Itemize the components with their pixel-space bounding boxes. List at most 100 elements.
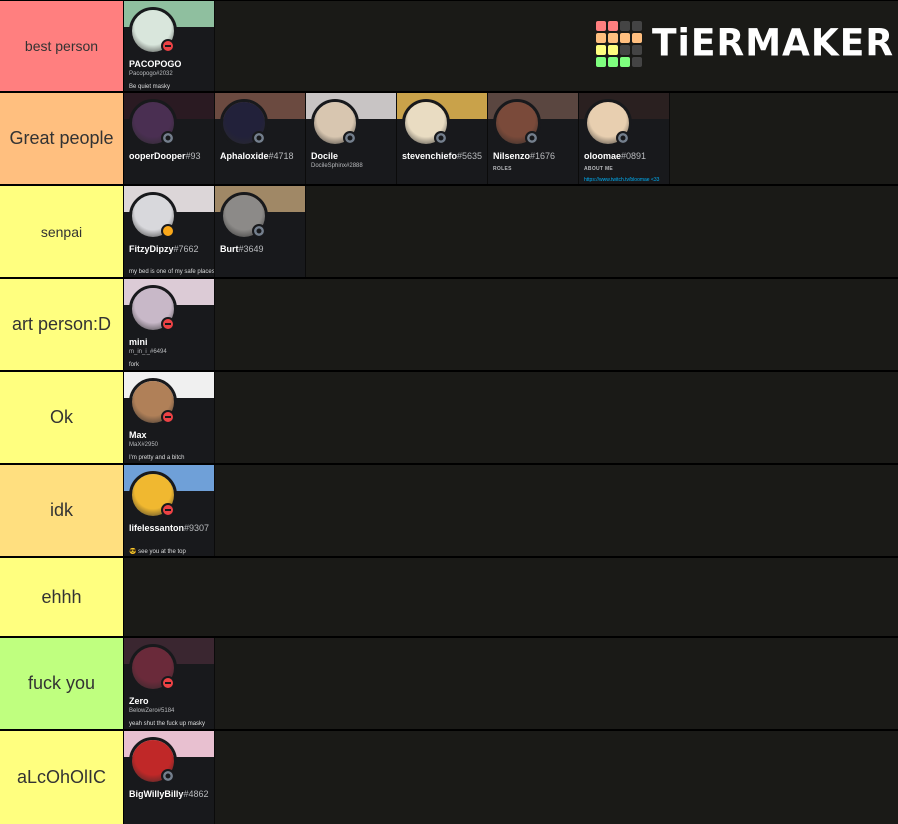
logo-grid-cell [596,45,606,55]
tier-row-ehhh: ehhh [0,558,898,638]
username-text: FitzyDipzy [129,244,174,254]
logo-grid-cell [620,45,630,55]
logo-grid-cell [620,57,630,67]
logo-grid-cell [608,21,618,31]
discriminator: #9307 [184,523,210,533]
username: ooperDooper#93 [129,151,201,161]
discriminator: #93 [185,151,201,161]
tier-items[interactable]: mini m_in_i_#6494 fork [124,279,898,370]
discriminator: #3649 [238,244,264,254]
username: oloomae#0891 [584,151,646,161]
tier-items[interactable]: ooperDooper#93 Aphaloxide#4718 Docile Docil… [124,93,898,184]
status-dnd-icon [161,410,175,424]
about-link[interactable]: https://www.twitch.tv/bloomae <33 [584,177,659,183]
tier-label[interactable]: aLcOhOlIC [0,731,124,824]
tier-row-ok: Ok Max MaX#2950 I'm pretty and a bitch [0,372,898,465]
status-offline-icon [161,769,175,783]
status-idle-icon [161,224,175,238]
tiermaker-logo[interactable]: TiERMAKER [596,21,894,67]
section-heading: ROLES [493,166,512,172]
logo-grid-cell [608,33,618,43]
tier-row-art-person: art person:D mini m_in_i_#6494 fork [0,279,898,372]
username: BigWillyBilly#4862 [129,789,208,799]
username: Aphaloxide#4718 [220,151,294,161]
tier-items[interactable]: lifelessanton#9307 😎 see you at the top [124,465,898,556]
username-text: ooperDooper [129,151,186,161]
tier-item-card[interactable]: Docile DocileSphinx#2888 [306,93,397,184]
tier-items[interactable]: BigWillyBilly#4862 [124,731,898,824]
logo-grid-cell [596,57,606,67]
logo-grid-cell [608,57,618,67]
tier-label[interactable]: best person [0,1,124,91]
tier-row-great-people: Great people ooperDooper#93 Aphaloxide#47… [0,93,898,186]
tier-items[interactable]: FitzyDipzy#7662 my bed is one of my safe … [124,186,898,277]
username-text: BigWillyBilly [129,789,184,799]
discriminator: #5635 [457,151,483,161]
username-text: Nilsenzo [493,151,531,161]
logo-grid-cell [632,21,642,31]
custom-status: Be quiet masky [129,84,171,90]
status-offline-icon [252,131,266,145]
discriminator: #4718 [268,151,294,161]
username: Max [129,430,147,440]
username: PACOPOGO [129,59,181,69]
tier-item-card[interactable]: ooperDooper#93 [124,93,215,184]
tier-label[interactable]: fuck you [0,638,124,729]
tier-items[interactable]: Zero BelowZero#5184 yeah shut the fuck up … [124,638,898,729]
tier-label[interactable]: senpai [0,186,124,277]
tier-item-card[interactable]: oloomae#0891 ABOUT ME https://www.twitch.t… [579,93,670,184]
status-dnd-icon [161,39,175,53]
discriminator: #1676 [530,151,556,161]
user-tag: BelowZero#5184 [129,708,175,714]
tier-item-card[interactable]: Nilsenzo#1676 ROLES [488,93,579,184]
tier-item-card[interactable]: BigWillyBilly#4862 [124,731,215,824]
tier-row-senpai: senpai FitzyDipzy#7662 my bed is one of m… [0,186,898,279]
tier-items[interactable]: Max MaX#2950 I'm pretty and a bitch [124,372,898,463]
tier-item-card[interactable]: Zero BelowZero#5184 yeah shut the fuck up … [124,638,215,729]
custom-status: 😎 see you at the top [129,549,186,555]
tier-item-card[interactable]: FitzyDipzy#7662 my bed is one of my safe … [124,186,215,277]
custom-status: my bed is one of my safe places [129,269,215,275]
logo-grid-cell [632,57,642,67]
user-tag: Pacopogo#2032 [129,71,173,77]
username: Burt#3649 [220,244,264,254]
tier-label[interactable]: Great people [0,93,124,184]
tier-item-card[interactable]: lifelessanton#9307 😎 see you at the top [124,465,215,556]
custom-status: I'm pretty and a bitch [129,455,185,461]
discriminator: #7662 [173,244,199,254]
username: lifelessanton#9307 [129,523,209,533]
status-offline-icon [616,131,630,145]
discriminator: #0891 [621,151,647,161]
tier-item-card[interactable]: mini m_in_i_#6494 fork [124,279,215,370]
tier-item-card[interactable]: PACOPOGO Pacopogo#2032 Be quiet masky [124,1,215,91]
status-dnd-icon [161,676,175,690]
username: stevenchiefo#5635 [402,151,482,161]
logo-grid-cell [596,21,606,31]
status-dnd-icon [161,317,175,331]
username-text: Docile [311,151,339,161]
tier-label[interactable]: ehhh [0,558,124,636]
status-offline-icon [343,131,357,145]
tier-label[interactable]: art person:D [0,279,124,370]
logo-grid-cell [620,21,630,31]
tier-items[interactable] [124,558,898,636]
logo-grid-cell [608,45,618,55]
logo-text: TiERMAKER [652,21,895,65]
status-dnd-icon [161,503,175,517]
tier-row-idk: idk lifelessanton#9307 😎 see you at the t… [0,465,898,558]
tier-item-card[interactable]: Burt#3649 [215,186,306,277]
tier-list: best person PACOPOGO Pacopogo#2032 Be quie… [0,0,898,824]
tier-row-alcoholic: aLcOhOlIC BigWillyBilly#4862 [0,731,898,824]
username-text: mini [129,337,148,347]
username-text: Zero [129,696,149,706]
tier-item-card[interactable]: Max MaX#2950 I'm pretty and a bitch [124,372,215,463]
tier-label[interactable]: idk [0,465,124,556]
tier-item-card[interactable]: Aphaloxide#4718 [215,93,306,184]
section-heading: ABOUT ME [584,166,614,172]
username-text: lifelessanton [129,523,185,533]
logo-grid-icon [596,21,642,67]
tier-row-fuck-you: fuck you Zero BelowZero#5184 yeah shut the… [0,638,898,731]
tier-item-card[interactable]: stevenchiefo#5635 [397,93,488,184]
custom-status: yeah shut the fuck up masky [129,721,206,727]
tier-label[interactable]: Ok [0,372,124,463]
